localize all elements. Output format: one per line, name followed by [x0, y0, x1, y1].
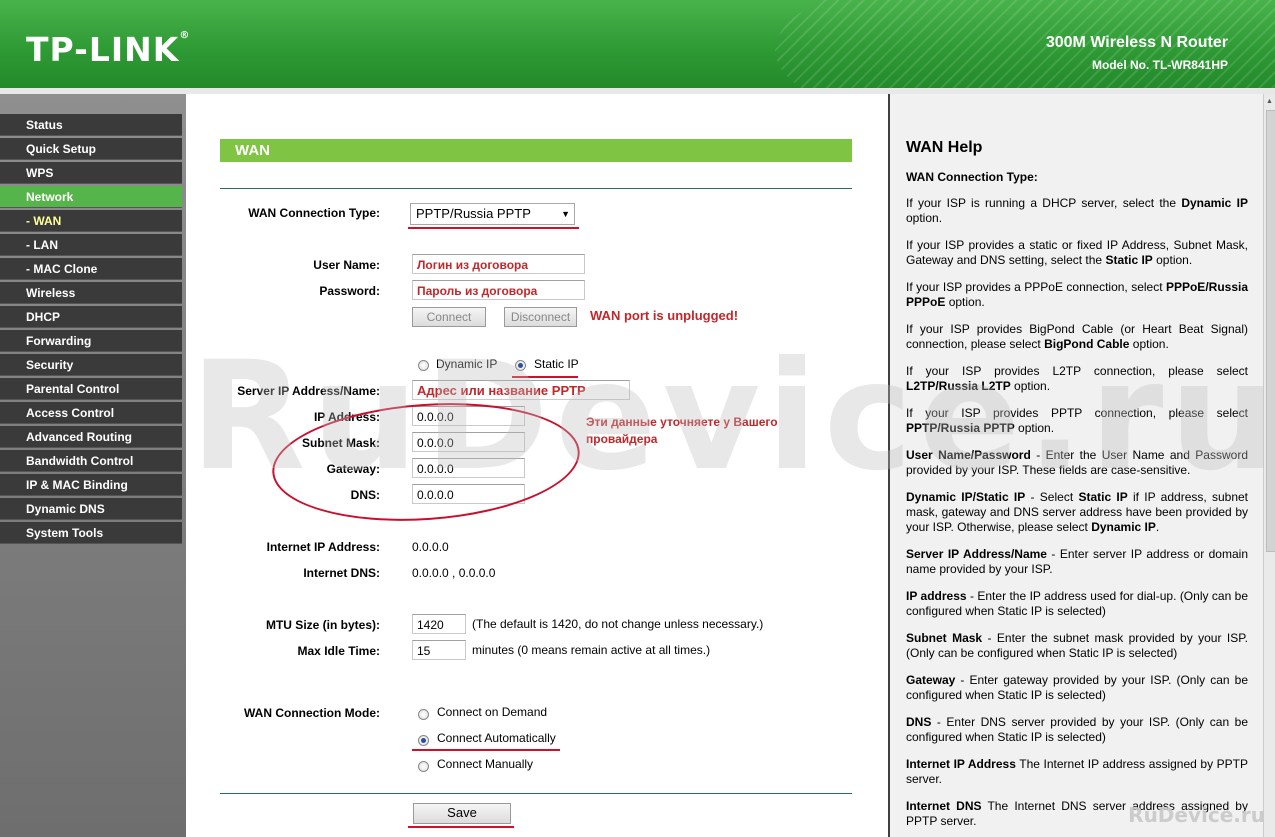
section-title: WAN: [220, 139, 852, 162]
sidebar-item-bandwidth-control[interactable]: Bandwidth Control: [0, 450, 182, 472]
dynamic-ip-label: Dynamic IP: [436, 357, 498, 371]
wan-type-label: WAN Connection Type:: [248, 206, 380, 220]
static-ip-label: Static IP: [534, 357, 579, 371]
sidebar-item-advanced-routing[interactable]: Advanced Routing: [0, 426, 182, 448]
sidebar-menu: Status Quick Setup WPS Network - WAN - L…: [0, 114, 182, 546]
help-paragraph: Subnet Mask - Enter the subnet mask prov…: [906, 631, 1248, 660]
connect-on-demand-label: Connect on Demand: [437, 705, 548, 719]
annotation-underline-save: [408, 826, 514, 828]
help-paragraph: Dynamic IP/Static IP - Select Static IP …: [906, 490, 1248, 534]
save-button[interactable]: Save: [413, 803, 511, 824]
sidebar-item-quick-setup[interactable]: Quick Setup: [0, 138, 182, 160]
sidebar-item-parental-control[interactable]: Parental Control: [0, 378, 182, 400]
max-idle-hint: minutes (0 means remain active at all ti…: [472, 643, 711, 657]
connect-button[interactable]: Connect: [412, 307, 486, 327]
sidebar-item-network[interactable]: Network: [0, 186, 182, 208]
sidebar-item-security[interactable]: Security: [0, 354, 182, 376]
sidebar-item-wireless[interactable]: Wireless: [0, 282, 182, 304]
help-paragraph: Gateway - Enter gateway provided by your…: [906, 673, 1248, 702]
product-name: 300M Wireless N Router: [1045, 34, 1228, 51]
section-divider-top: [220, 188, 852, 189]
header-banner: TP-LINK® 300M Wireless N Router Model No…: [0, 0, 1275, 88]
help-paragraph: IP address - Enter the IP address used f…: [906, 589, 1249, 618]
static-ip-radio[interactable]: [515, 360, 526, 371]
model-number: Model No. TL-WR841HP: [1091, 58, 1228, 72]
tp-link-logo: TP-LINK®: [26, 30, 191, 69]
server-address-label: Server IP Address/Name:: [237, 384, 380, 398]
sidebar-item-dynamic-dns[interactable]: Dynamic DNS: [0, 498, 182, 520]
help-paragraph: If your ISP provides BigPond Cable (or H…: [906, 322, 1248, 351]
section-divider-bottom: [220, 793, 852, 794]
wan-type-select[interactable]: PPTP/Russia PPTP ▼: [410, 203, 575, 225]
internet-ip-value: 0.0.0.0: [412, 540, 449, 554]
help-paragraph: User Name/Password - Enter the User Name…: [906, 448, 1248, 477]
internet-dns-value: 0.0.0.0 , 0.0.0.0: [412, 566, 496, 580]
sidebar-item-access-control[interactable]: Access Control: [0, 402, 182, 424]
internet-ip-label: Internet IP Address:: [266, 540, 380, 554]
internet-dns-label: Internet DNS:: [303, 566, 380, 580]
mtu-label: MTU Size (in bytes):: [265, 618, 380, 632]
annotation-underline-wan-type: [408, 227, 579, 229]
sidebar: Status Quick Setup WPS Network - WAN - L…: [0, 94, 186, 837]
sidebar-item-wps[interactable]: WPS: [0, 162, 182, 184]
provider-note-line1: Эти данные уточняете у Вашего: [586, 415, 778, 429]
annotation-underline-static-ip: [512, 376, 578, 378]
user-name-label: User Name:: [313, 258, 380, 272]
annotation-underline-connect-auto: [412, 749, 560, 751]
main-panel: WAN WAN Connection Type: PPTP/Russia PPT…: [188, 94, 888, 837]
scroll-up-icon[interactable]: ▲: [1266, 98, 1273, 105]
max-idle-label: Max Idle Time:: [297, 644, 380, 658]
help-paragraph: If your ISP provides L2TP connection, pl…: [906, 364, 1248, 393]
disconnect-button[interactable]: Disconnect: [504, 307, 577, 327]
help-paragraph: If your ISP is running a DHCP server, se…: [906, 196, 1248, 225]
connect-manually-radio[interactable]: [418, 761, 429, 772]
dynamic-ip-radio[interactable]: [418, 360, 429, 371]
provider-note-line2: провайдера: [586, 432, 658, 446]
sidebar-item-dhcp[interactable]: DHCP: [0, 306, 182, 328]
wan-unplugged-note: WAN port is unplugged!: [590, 308, 739, 323]
help-title: WAN Help: [906, 139, 983, 156]
scrollbar-thumb[interactable]: [1266, 110, 1275, 552]
sidebar-item-wan[interactable]: - WAN: [0, 210, 182, 232]
help-scrollbar[interactable]: ▲: [1263, 94, 1275, 837]
help-paragraph: Server IP Address/Name - Enter server IP…: [906, 547, 1248, 576]
sidebar-item-forwarding[interactable]: Forwarding: [0, 330, 182, 352]
sidebar-item-status[interactable]: Status: [0, 114, 182, 136]
sidebar-item-ip-mac-binding[interactable]: IP & MAC Binding: [0, 474, 182, 496]
mtu-field[interactable]: 1420: [412, 614, 466, 634]
help-panel: WAN Help WAN Connection Type: If your ISP…: [890, 94, 1263, 837]
help-paragraph: WAN Connection Type:: [906, 170, 1038, 184]
help-paragraph: If your ISP provides a static or fixed I…: [906, 238, 1248, 267]
help-paragraph: If your ISP provides a PPPoE connection,…: [906, 280, 1248, 309]
mtu-hint: (The default is 1420, do not change unle…: [472, 617, 764, 631]
help-paragraph: DNS - Enter DNS server provided by your …: [906, 715, 1248, 744]
help-paragraph: Internet IP Address The Internet IP addr…: [906, 757, 1248, 786]
max-idle-field[interactable]: 15: [412, 640, 466, 660]
wan-type-value: PPTP/Russia PPTP: [416, 206, 531, 221]
help-paragraph: If your ISP provides PPTP connection, pl…: [906, 406, 1248, 435]
sidebar-item-mac-clone[interactable]: - MAC Clone: [0, 258, 182, 280]
connect-manually-label: Connect Manually: [437, 757, 534, 771]
chevron-down-icon: ▼: [561, 209, 570, 219]
watermark-corner-text: RuDevice.ru: [1128, 803, 1265, 827]
sidebar-item-lan[interactable]: - LAN: [0, 234, 182, 256]
password-field[interactable]: Пароль из договора: [412, 280, 585, 300]
connect-on-demand-radio[interactable]: [418, 709, 429, 720]
server-address-field[interactable]: Адрес или название PPTP сервера: [412, 380, 630, 418]
connect-automatically-label: Connect Automatically: [437, 731, 556, 745]
password-label: Password:: [319, 284, 380, 298]
wan-mode-label: WAN Connection Mode:: [244, 706, 380, 720]
user-name-field[interactable]: Логин из договора: [412, 254, 585, 274]
sidebar-item-system-tools[interactable]: System Tools: [0, 522, 182, 544]
connect-automatically-radio[interactable]: [418, 735, 429, 746]
